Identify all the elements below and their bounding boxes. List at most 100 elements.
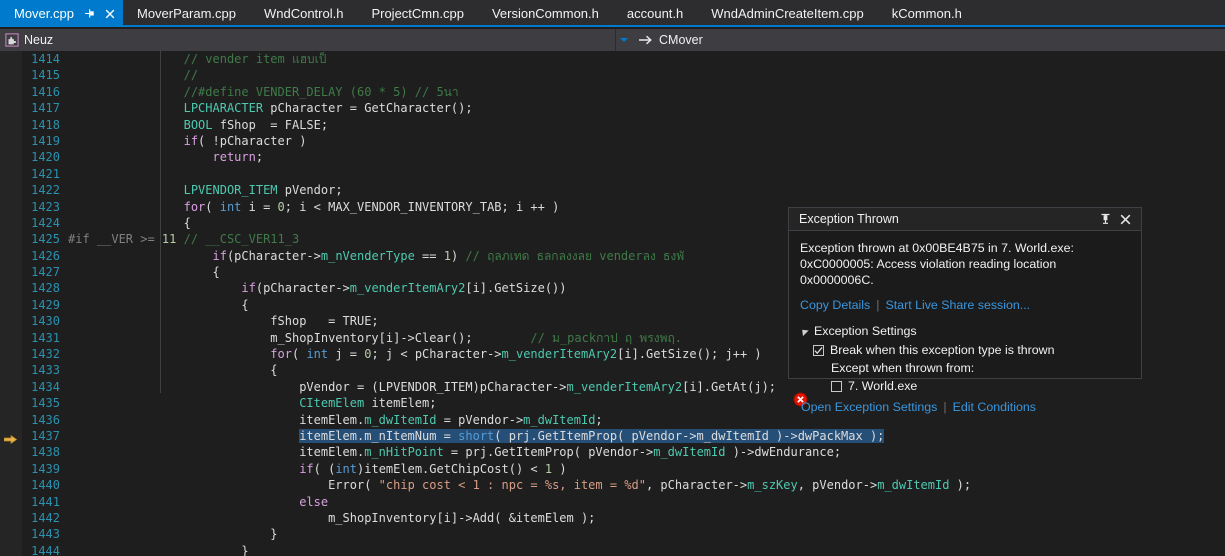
- line-number: 1428: [31, 281, 60, 296]
- tab-label: kCommon.h: [891, 6, 962, 21]
- line-number: 1421: [31, 166, 60, 181]
- process-exclusion-label: 7. World.exe: [848, 379, 918, 393]
- code-line-text: fShop = TRUE;: [68, 314, 379, 329]
- process-exclusion-row[interactable]: 7. World.exe: [831, 379, 1130, 393]
- editor-tab-kcommon-h[interactable]: kCommon.h: [878, 0, 976, 27]
- edit-conditions-link[interactable]: Edit Conditions: [953, 400, 1036, 414]
- line-number: 1425: [31, 232, 60, 247]
- editor-tab-versioncommon-h[interactable]: VersionCommon.h: [478, 0, 613, 27]
- code-line-text: LPVENDOR_ITEM pVendor;: [183, 183, 343, 198]
- exception-settings-links: Open Exception Settings | Edit Condition…: [801, 400, 1130, 414]
- editor-tab-wndadmincreateitem-cpp[interactable]: WndAdminCreateItem.cpp: [697, 0, 877, 27]
- line-number: 1435: [31, 396, 60, 411]
- editor-tab-mover-cpp[interactable]: Mover.cpp: [0, 0, 123, 27]
- editor-tab-account-h[interactable]: account.h: [613, 0, 697, 27]
- copy-details-link[interactable]: Copy Details: [800, 298, 870, 312]
- code-line[interactable]: 1444 }: [0, 543, 1225, 556]
- triangle-expanded-icon: [799, 326, 809, 336]
- line-number: 1429: [31, 297, 60, 312]
- tab-label: WndControl.h: [263, 6, 344, 21]
- code-line[interactable]: 1418 BOOL fShop = FALSE;: [0, 117, 1225, 133]
- code-line[interactable]: 1437 itemElem.m_nItemNum = short( prj.Ge…: [0, 428, 1225, 445]
- code-line[interactable]: 1415 //: [0, 67, 1225, 83]
- code-line[interactable]: 1414 // vender item แฮบเป็: [0, 51, 1225, 67]
- code-line-text: pVendor = (LPVENDOR_ITEM)pCharacter->m_v…: [68, 379, 777, 394]
- close-icon[interactable]: [103, 7, 117, 21]
- line-number: 1434: [31, 379, 60, 394]
- code-line[interactable]: 1439 if( (int)itemElem.GetChipCost() < 1…: [0, 461, 1225, 477]
- code-line-text: for( int j = 0; j < pCharacter->m_vender…: [270, 347, 762, 362]
- pin-icon[interactable]: [1095, 209, 1115, 229]
- line-number: 1426: [31, 248, 60, 263]
- editor-navigation-bar: Neuz CMover: [0, 29, 1225, 51]
- link-divider: |: [943, 400, 947, 414]
- tab-label: ProjectCmn.cpp: [371, 6, 464, 21]
- exception-settings-label: Exception Settings: [814, 324, 917, 338]
- start-live-share-link[interactable]: Start Live Share session...: [885, 298, 1030, 312]
- code-line[interactable]: 1436 itemElem.m_dwItemId = pVendor->m_dw…: [0, 412, 1225, 428]
- editor-tab-wndcontrol-h[interactable]: WndControl.h: [250, 0, 357, 27]
- close-icon[interactable]: [1115, 209, 1135, 229]
- tab-label: WndAdminCreateItem.cpp: [711, 6, 864, 21]
- code-line[interactable]: 1419 if( !pCharacter ): [0, 133, 1225, 149]
- code-line-text: }: [68, 543, 249, 556]
- line-number: 1443: [31, 527, 60, 542]
- code-line-text: }: [68, 527, 278, 542]
- code-line-text: BOOL fShop = FALSE;: [183, 117, 329, 132]
- code-line-text: m_ShopInventory[i]->Clear(); // ม_packกา…: [68, 330, 683, 345]
- line-number: 1417: [31, 101, 60, 116]
- code-line-text: #if __VER >= 11 // __CSC_VER11_3: [68, 232, 300, 247]
- puzzle-piece-icon: [5, 33, 19, 47]
- open-exception-settings-link[interactable]: Open Exception Settings: [801, 400, 937, 414]
- tab-label: VersionCommon.h: [491, 6, 599, 21]
- line-number: 1439: [31, 461, 60, 476]
- code-line[interactable]: 1420 return;: [0, 149, 1225, 165]
- code-line[interactable]: 1438 itemElem.m_nHitPoint = prj.GetItemP…: [0, 444, 1225, 460]
- exception-thrown-popup: Exception Thrown Exception thrown at 0x0…: [788, 207, 1142, 414]
- code-line-text: CItemElem itemElem;: [299, 396, 437, 411]
- code-line-text: //#define VENDER_DELAY (60 * 5) // 5นา: [183, 84, 459, 99]
- line-number: 1416: [31, 84, 60, 99]
- member-name: CMover: [659, 32, 703, 47]
- code-line[interactable]: 1416 //#define VENDER_DELAY (60 * 5) // …: [0, 84, 1225, 100]
- exception-popup-body: Exception thrown at 0x00BE4B75 in 7. Wor…: [789, 231, 1141, 414]
- pin-icon[interactable]: [83, 7, 96, 20]
- code-line[interactable]: 1443 }: [0, 526, 1225, 542]
- process-exclusion-checkbox[interactable]: [831, 380, 842, 392]
- code-line-text: itemElem.m_dwItemId = pVendor->m_dwItemI…: [68, 412, 603, 427]
- code-line-text: {: [68, 265, 220, 280]
- code-line[interactable]: 1422 LPVENDOR_ITEM pVendor;: [0, 182, 1225, 198]
- check-icon: [814, 346, 823, 354]
- except-when-thrown-label: Except when thrown from:: [831, 361, 975, 375]
- editor-tab-moverparam-cpp[interactable]: MoverParam.cpp: [123, 0, 250, 27]
- code-line[interactable]: 1421: [0, 166, 1225, 182]
- line-number: 1442: [31, 510, 60, 525]
- project-dropdown-arrow[interactable]: [616, 29, 631, 51]
- editor-tab-strip: Mover.cpp MoverParam.cpp WndControl.h Proje…: [0, 0, 1225, 27]
- exception-message: Exception thrown at 0x00BE4B75 in 7. Wor…: [800, 241, 1074, 287]
- line-number: 1431: [31, 330, 60, 345]
- line-number: 1444: [31, 543, 60, 556]
- code-line-text: for( int i = 0; i < MAX_VENDOR_INVENTORY…: [183, 199, 560, 214]
- code-line-text: itemElem.m_nItemNum = short( prj.GetItem…: [299, 428, 885, 443]
- line-number: 1415: [31, 68, 60, 83]
- line-number: 1419: [31, 133, 60, 148]
- line-number: 1430: [31, 314, 60, 329]
- code-line-text: {: [68, 297, 249, 312]
- code-line[interactable]: 1417 LPCHARACTER pCharacter = GetCharact…: [0, 100, 1225, 116]
- exception-action-links: Copy Details | Start Live Share session.…: [800, 298, 1130, 312]
- project-selector[interactable]: Neuz: [0, 29, 616, 51]
- code-line-text: if( !pCharacter ): [183, 133, 307, 148]
- code-line[interactable]: 1441 else: [0, 494, 1225, 510]
- code-line[interactable]: 1440 Error( "chip cost < 1 : npc = %s, i…: [0, 477, 1225, 493]
- break-when-thrown-checkbox[interactable]: [813, 344, 824, 356]
- code-line[interactable]: 1442 m_ShopInventory[i]->Add( &itemElem …: [0, 510, 1225, 526]
- exception-settings-header[interactable]: Exception Settings: [799, 324, 1130, 338]
- visual-studio-editor-window: Mover.cpp MoverParam.cpp WndControl.h Proje…: [0, 0, 1225, 556]
- break-when-thrown-row[interactable]: Break when this exception type is thrown: [813, 343, 1130, 357]
- code-line-text: {: [68, 363, 278, 378]
- code-line-text: {: [68, 215, 191, 230]
- member-selector[interactable]: CMover: [631, 29, 1225, 51]
- editor-tab-projectcmn-cpp[interactable]: ProjectCmn.cpp: [357, 0, 477, 27]
- tab-label: MoverParam.cpp: [136, 6, 236, 21]
